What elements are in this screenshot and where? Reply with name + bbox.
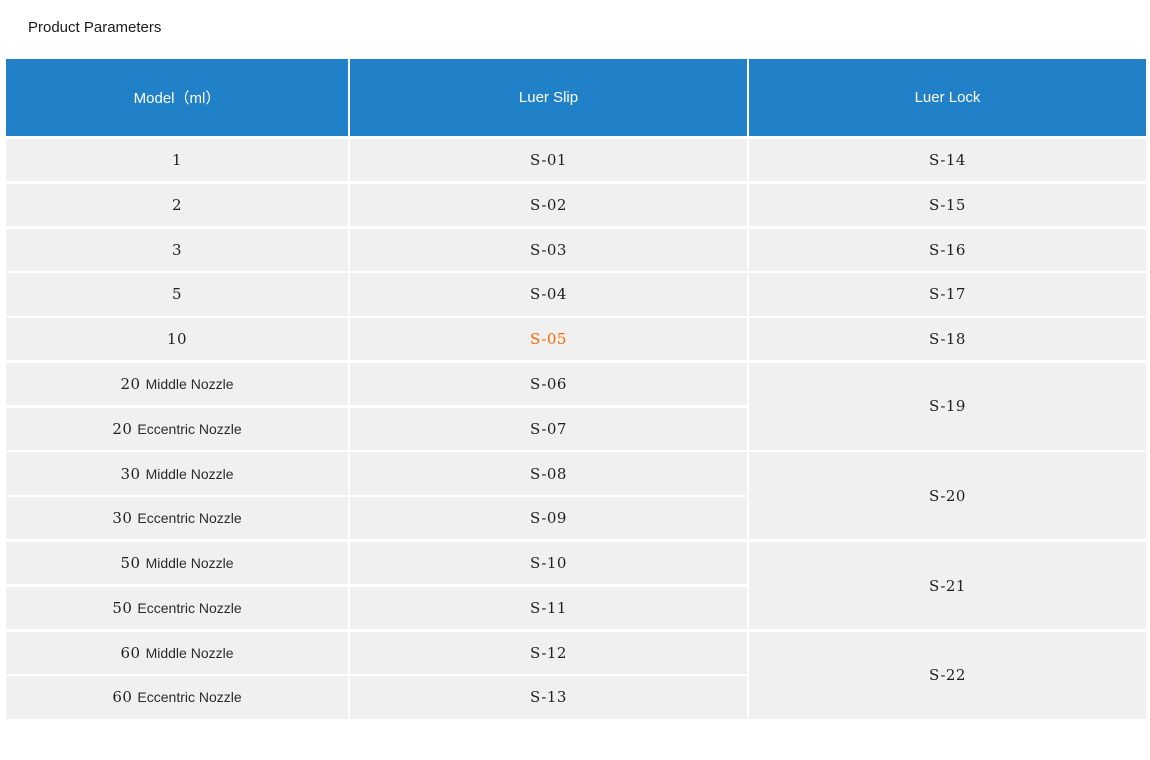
luer-lock-code: S-21 — [929, 576, 966, 595]
luer-slip-cell: S-01 — [350, 139, 747, 182]
model-cell: 1 — [6, 139, 348, 182]
model-number: 30 — [112, 509, 133, 528]
model-nozzle-label: Eccentric Nozzle — [137, 510, 242, 527]
model-cell: 30 Eccentric Nozzle — [6, 497, 348, 540]
model-number: 50 — [112, 598, 133, 617]
model-nozzle-label: Middle Nozzle — [145, 644, 234, 661]
luer-slip-cell: S-05 — [350, 318, 747, 361]
luer-lock-code: S-15 — [929, 195, 966, 214]
luer-lock-cell: S-21 — [749, 542, 1146, 629]
model-cell: 3 — [6, 228, 348, 271]
luer-slip-cell: S-04 — [350, 273, 747, 316]
model-number: 20 — [112, 419, 133, 438]
luer-lock-cell: S-22 — [749, 631, 1146, 719]
model-cell: 60 Middle Nozzle — [6, 631, 348, 674]
model-nozzle-label: Middle Nozzle — [145, 376, 234, 392]
model-number: 3 — [171, 240, 183, 259]
model-number: 60 — [112, 688, 133, 707]
model-cell: 30 Middle Nozzle — [6, 452, 348, 495]
model-cell: 5 — [6, 273, 348, 316]
luer-slip-code: S-10 — [530, 554, 567, 573]
luer-slip-cell: S-13 — [350, 676, 747, 719]
model-cell: 60 Eccentric Nozzle — [6, 676, 348, 719]
model-cell: 2 — [6, 183, 348, 226]
luer-lock-code: S-20 — [929, 486, 966, 505]
luer-slip-code: S-04 — [530, 285, 567, 304]
luer-slip-cell: S-11 — [350, 586, 747, 629]
luer-slip-cell: S-09 — [350, 497, 747, 540]
luer-lock-cell: S-19 — [749, 362, 1146, 450]
model-nozzle-label: Middle Nozzle — [145, 555, 234, 572]
page-title: Product Parameters — [28, 19, 162, 36]
luer-slip-code: S-01 — [530, 151, 567, 170]
luer-lock-code: S-22 — [929, 666, 966, 685]
model-number: 1 — [171, 151, 183, 170]
luer-slip-cell: S-10 — [350, 542, 747, 585]
model-number: 60 — [120, 643, 141, 662]
luer-slip-cell: S-02 — [350, 183, 747, 226]
model-nozzle-label: Middle Nozzle — [145, 465, 234, 482]
product-parameters-table: Model（ml） Luer Slip Luer Lock 1 S-01 2 S-02… — [6, 59, 1146, 719]
luer-lock-code: S-17 — [929, 285, 966, 304]
luer-slip-cell: S-03 — [350, 228, 747, 271]
model-nozzle-label: Eccentric Nozzle — [137, 599, 242, 616]
model-number: 2 — [171, 195, 183, 214]
model-number: 20 — [120, 375, 141, 393]
model-cell: 20 Middle Nozzle — [6, 362, 348, 406]
column-header-model: Model（ml） — [6, 59, 348, 136]
luer-lock-cell: S-14 — [749, 139, 1146, 182]
luer-slip-code: S-06 — [530, 375, 567, 393]
luer-slip-cell: S-12 — [350, 631, 747, 674]
model-nozzle-label: Eccentric Nozzle — [137, 689, 242, 706]
luer-lock-code: S-14 — [929, 151, 966, 170]
model-cell: 10 — [6, 318, 348, 361]
model-cell: 20 Eccentric Nozzle — [6, 407, 348, 450]
model-number: 30 — [120, 464, 141, 483]
luer-lock-code: S-19 — [929, 397, 966, 416]
luer-lock-cell: S-15 — [749, 183, 1146, 226]
luer-slip-code: S-13 — [530, 688, 567, 707]
luer-slip-cell: S-06 — [350, 362, 747, 406]
luer-slip-cell: S-07 — [350, 407, 747, 450]
luer-lock-cell: S-20 — [749, 452, 1146, 540]
luer-slip-code: S-02 — [530, 195, 567, 214]
column-header-luer-lock: Luer Lock — [749, 59, 1146, 136]
luer-slip-code: S-11 — [530, 598, 567, 617]
model-number: 10 — [166, 330, 188, 349]
luer-slip-code: S-08 — [530, 464, 567, 483]
model-number: 50 — [120, 554, 141, 573]
luer-lock-cell: S-16 — [749, 228, 1146, 271]
table-header-row: Model（ml） Luer Slip Luer Lock — [6, 59, 1146, 136]
luer-slip-cell: S-08 — [350, 452, 747, 495]
column-header-luer-slip: Luer Slip — [350, 59, 747, 136]
luer-slip-code: S-12 — [530, 643, 567, 662]
table-body: 1 S-01 2 S-02 3 S-03 5 S-04 10 S-05 20 Middle Nozzl… — [6, 139, 1146, 719]
model-cell: 50 Eccentric Nozzle — [6, 586, 348, 629]
model-nozzle-label: Eccentric Nozzle — [137, 420, 242, 437]
luer-lock-cell: S-17 — [749, 273, 1146, 316]
luer-slip-code: S-07 — [530, 419, 567, 438]
model-number: 5 — [171, 285, 183, 304]
luer-slip-code: S-09 — [530, 509, 567, 528]
luer-slip-code: S-03 — [530, 240, 567, 259]
luer-slip-code: S-05 — [530, 330, 567, 349]
luer-lock-code: S-16 — [929, 240, 966, 259]
luer-lock-cell: S-18 — [749, 318, 1146, 361]
luer-lock-code: S-18 — [929, 330, 966, 349]
model-cell: 50 Middle Nozzle — [6, 542, 348, 585]
